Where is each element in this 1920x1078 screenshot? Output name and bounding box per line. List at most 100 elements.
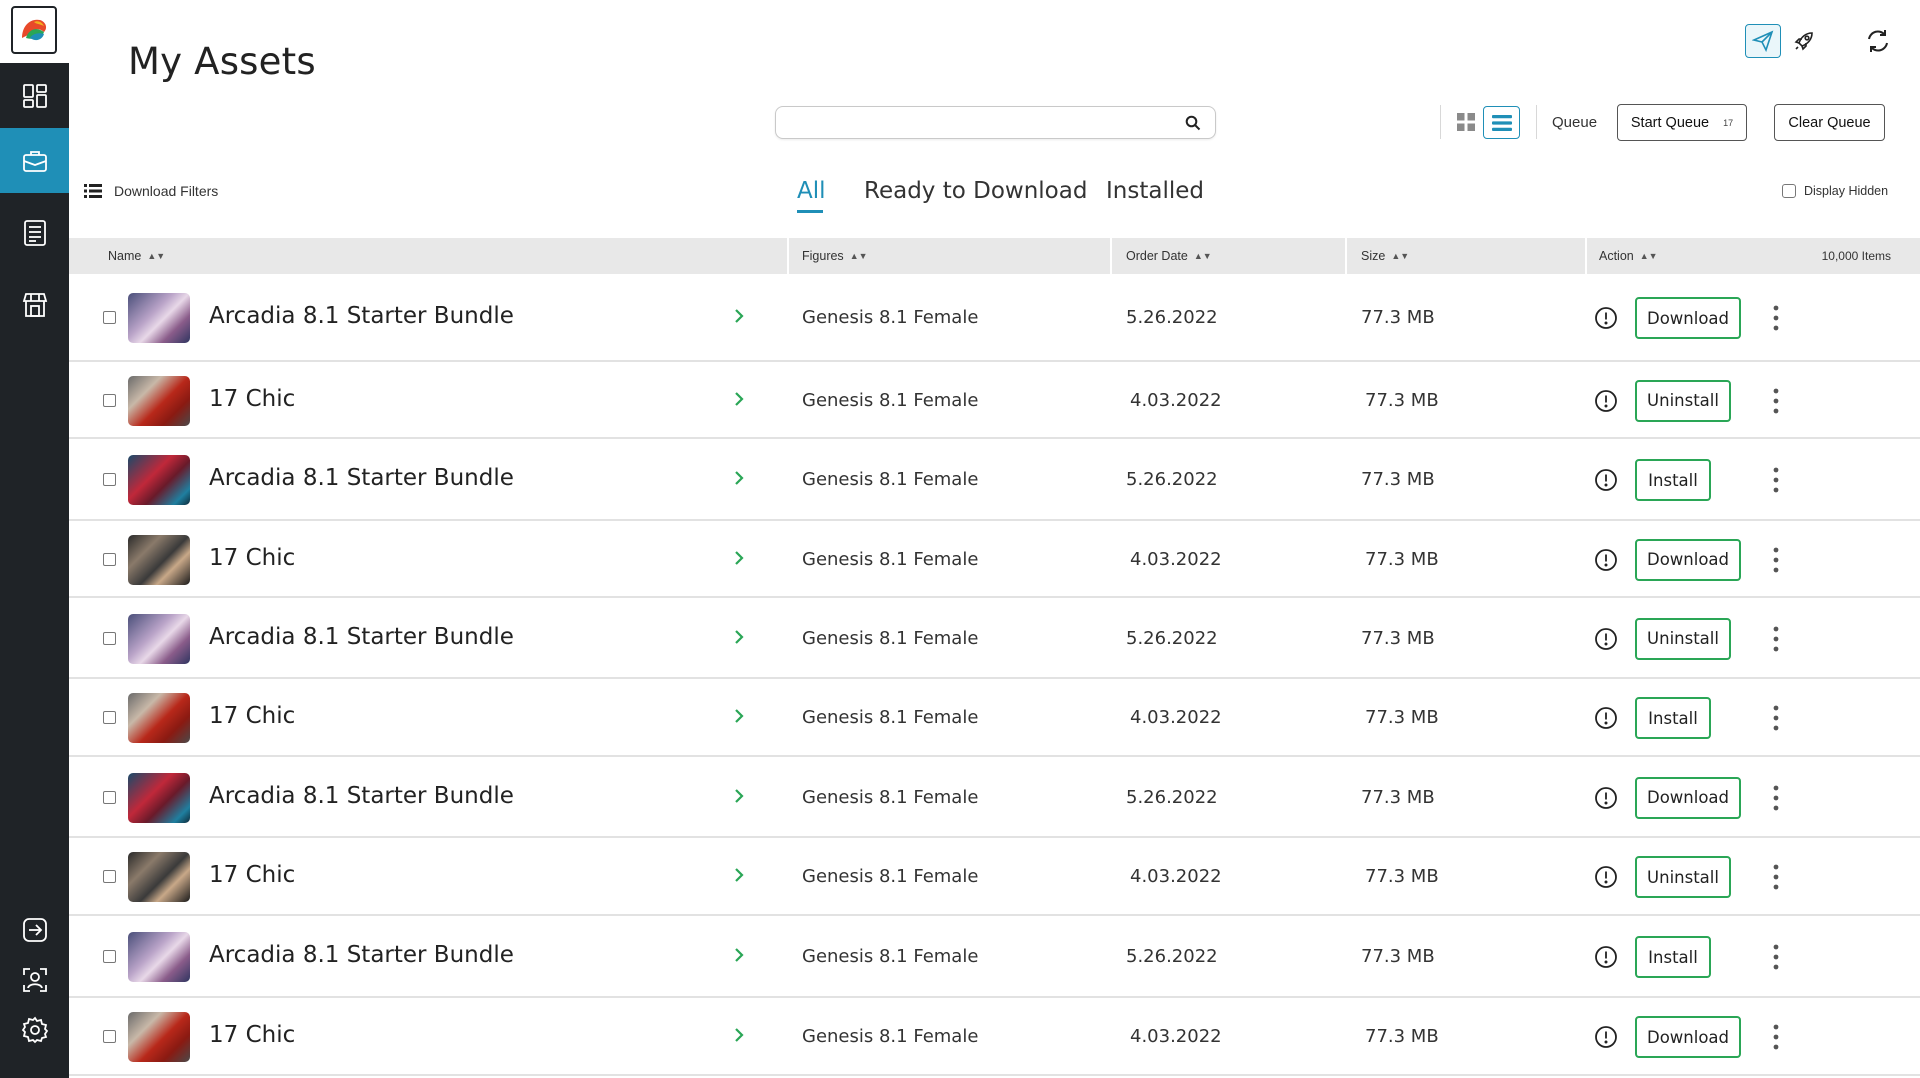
info-icon[interactable] xyxy=(1594,627,1618,651)
row-action-button[interactable]: Install xyxy=(1635,697,1711,739)
info-icon[interactable] xyxy=(1594,786,1618,810)
product-name[interactable]: Arcadia 8.1 Starter Bundle xyxy=(209,942,514,968)
logo-area xyxy=(0,0,69,63)
product-thumbnail[interactable] xyxy=(128,1012,190,1062)
chevron-right-icon[interactable] xyxy=(732,947,746,963)
row-action-button[interactable]: Install xyxy=(1635,936,1711,978)
display-hidden-toggle[interactable]: Display Hidden xyxy=(1782,184,1888,198)
chevron-right-icon[interactable] xyxy=(732,470,746,486)
product-name[interactable]: 17 Chic xyxy=(209,545,295,571)
more-options-icon[interactable] xyxy=(1771,467,1781,493)
row-action-button[interactable]: Uninstall xyxy=(1635,379,1731,422)
chevron-right-icon[interactable] xyxy=(732,708,746,724)
search-input[interactable] xyxy=(788,107,1168,138)
product-name[interactable]: 17 Chic xyxy=(209,703,295,729)
chevron-right-icon[interactable] xyxy=(732,391,746,407)
product-thumbnail[interactable] xyxy=(128,534,190,585)
chevron-right-icon[interactable] xyxy=(732,1027,746,1043)
row-action-button[interactable]: Download xyxy=(1635,297,1741,339)
column-header-name[interactable]: Name ▲▼ xyxy=(108,238,165,274)
display-hidden-checkbox[interactable] xyxy=(1782,184,1796,198)
more-options-icon[interactable] xyxy=(1771,305,1781,331)
chevron-right-icon[interactable] xyxy=(732,550,746,566)
sidebar-item-settings[interactable] xyxy=(0,1000,69,1060)
grid-view-toggle[interactable] xyxy=(1455,111,1477,133)
more-options-icon[interactable] xyxy=(1771,547,1781,573)
rocket-button[interactable] xyxy=(1786,24,1822,58)
more-options-icon[interactable] xyxy=(1771,1024,1781,1050)
chevron-right-icon[interactable] xyxy=(732,788,746,804)
info-icon[interactable] xyxy=(1594,865,1618,889)
row-checkbox[interactable] xyxy=(103,870,116,883)
row-checkbox[interactable] xyxy=(103,711,116,724)
row-action-button[interactable]: Uninstall xyxy=(1635,617,1731,660)
tab-installed[interactable]: Installed xyxy=(1106,178,1204,204)
product-thumbnail[interactable] xyxy=(128,375,190,426)
product-name[interactable]: 17 Chic xyxy=(209,1022,295,1048)
chevron-right-icon[interactable] xyxy=(732,629,746,645)
refresh-button[interactable] xyxy=(1860,24,1896,58)
clear-queue-button[interactable]: Clear Queue xyxy=(1774,104,1885,141)
start-queue-button[interactable]: Start Queue 17 xyxy=(1617,104,1747,141)
more-options-icon[interactable] xyxy=(1771,944,1781,970)
row-action-button[interactable]: Install xyxy=(1635,459,1711,501)
sidebar-item-store[interactable] xyxy=(0,272,69,337)
column-header-size[interactable]: Size ▲▼ xyxy=(1361,238,1409,274)
table-row: 17 Chic Genesis 8.1 Female 4.03.2022 77.… xyxy=(69,838,1920,916)
more-options-icon[interactable] xyxy=(1771,388,1781,414)
column-action-label: Action xyxy=(1599,249,1634,263)
product-name[interactable]: 17 Chic xyxy=(209,862,295,888)
download-filters-button[interactable]: Download Filters xyxy=(84,183,218,199)
more-options-icon[interactable] xyxy=(1771,626,1781,652)
row-checkbox[interactable] xyxy=(103,631,116,645)
tab-all[interactable]: All xyxy=(797,178,826,204)
row-checkbox[interactable] xyxy=(103,311,116,324)
row-checkbox[interactable] xyxy=(103,790,116,804)
product-thumbnail[interactable] xyxy=(128,772,190,823)
column-header-figures[interactable]: Figures ▲▼ xyxy=(802,238,868,274)
product-name[interactable]: Arcadia 8.1 Starter Bundle xyxy=(209,303,514,329)
send-button[interactable] xyxy=(1745,24,1781,58)
list-view-toggle[interactable] xyxy=(1483,106,1520,139)
row-action-button[interactable]: Download xyxy=(1635,538,1741,581)
info-icon[interactable] xyxy=(1594,468,1618,492)
product-thumbnail[interactable] xyxy=(128,852,190,902)
info-icon[interactable] xyxy=(1594,945,1618,969)
paper-plane-icon xyxy=(1752,30,1774,52)
column-header-order-date[interactable]: Order Date ▲▼ xyxy=(1126,238,1212,274)
row-checkbox[interactable] xyxy=(103,950,116,963)
row-action-button[interactable]: Uninstall xyxy=(1635,856,1731,898)
chevron-right-icon[interactable] xyxy=(732,867,746,883)
info-icon[interactable] xyxy=(1594,306,1618,330)
product-name[interactable]: Arcadia 8.1 Starter Bundle xyxy=(209,783,514,809)
product-thumbnail[interactable] xyxy=(128,455,190,505)
row-action-button[interactable]: Download xyxy=(1635,776,1741,819)
info-icon[interactable] xyxy=(1594,706,1618,730)
search-icon[interactable] xyxy=(1185,115,1201,131)
tab-ready-to-download[interactable]: Ready to Download xyxy=(864,178,1087,204)
product-thumbnail[interactable] xyxy=(128,293,190,343)
row-checkbox[interactable] xyxy=(103,473,116,486)
more-options-icon[interactable] xyxy=(1771,705,1781,731)
more-options-icon[interactable] xyxy=(1771,785,1781,811)
chevron-right-icon[interactable] xyxy=(732,308,746,324)
product-thumbnail[interactable] xyxy=(128,693,190,743)
info-icon[interactable] xyxy=(1594,389,1618,413)
row-checkbox[interactable] xyxy=(103,1030,116,1043)
row-checkbox[interactable] xyxy=(103,393,116,407)
product-name[interactable]: 17 Chic xyxy=(209,386,295,412)
app-logo[interactable] xyxy=(11,6,57,54)
product-name[interactable]: Arcadia 8.1 Starter Bundle xyxy=(209,624,514,650)
row-checkbox[interactable] xyxy=(103,552,116,566)
info-icon[interactable] xyxy=(1594,548,1618,572)
sidebar-item-my-assets[interactable] xyxy=(0,128,69,193)
more-options-icon[interactable] xyxy=(1771,864,1781,890)
product-thumbnail[interactable] xyxy=(128,932,190,982)
info-icon[interactable] xyxy=(1594,1025,1618,1049)
sidebar-item-dashboard[interactable] xyxy=(0,63,69,128)
column-header-action[interactable]: Action ▲▼ xyxy=(1599,238,1658,274)
row-action-button[interactable]: Download xyxy=(1635,1016,1741,1058)
product-name[interactable]: Arcadia 8.1 Starter Bundle xyxy=(209,465,514,491)
sidebar-item-documents[interactable] xyxy=(0,200,69,265)
product-thumbnail[interactable] xyxy=(128,613,190,664)
